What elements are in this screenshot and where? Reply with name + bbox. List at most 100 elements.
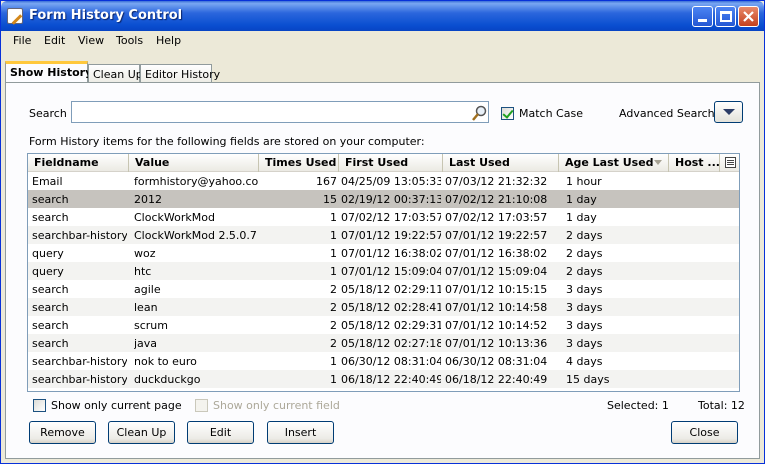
cell-first-used: 07/01/12 19:22:57	[341, 229, 441, 242]
show-history-panel: Search Match Case Advanced Search Form H…	[5, 82, 760, 459]
cell-fieldname: searchbar-history	[32, 355, 127, 368]
remove-button[interactable]: Remove	[29, 421, 96, 444]
maximize-button[interactable]	[715, 6, 736, 27]
col-value[interactable]: Value	[129, 154, 259, 172]
search-input[interactable]	[71, 101, 489, 123]
cell-fieldname: search	[32, 211, 69, 224]
total-count: Total: 12	[698, 399, 745, 412]
cell-last-used: 07/01/12 19:22:57	[445, 229, 548, 242]
cell-value: htc	[134, 265, 152, 278]
cell-last-used: 07/02/12 21:10:08	[445, 193, 548, 206]
cell-age-last-used: 4 days	[566, 355, 603, 368]
selected-count: Selected: 1	[607, 399, 669, 412]
insert-button[interactable]: Insert	[267, 421, 334, 444]
col-age-last-used[interactable]: Age Last Used	[559, 154, 669, 172]
cell-last-used: 06/30/12 08:31:04	[445, 355, 548, 368]
table-row[interactable]: search java 2 05/18/12 02:27:18 07/01/12 10:…	[28, 334, 739, 352]
cell-age-last-used: 3 days	[566, 283, 603, 296]
col-fieldname[interactable]: Fieldname	[28, 154, 129, 172]
menu-edit[interactable]: Edit	[44, 34, 65, 47]
cell-first-used: 04/25/09 13:05:33	[341, 175, 441, 188]
table-row[interactable]: query woz 1 07/01/12 16:38:02 07/01/12 16:38…	[28, 244, 739, 262]
menu-help[interactable]: Help	[156, 34, 181, 47]
cell-times-used: 1	[330, 247, 337, 260]
window-title: Form History Control	[29, 8, 183, 23]
cell-fieldname: search	[32, 337, 69, 350]
cell-value: ClockWorkMod	[134, 211, 215, 224]
table-row[interactable]: searchbar-history nok to euro 1 06/30/12 08…	[28, 352, 739, 370]
column-picker-icon[interactable]	[725, 157, 736, 168]
cell-value: nok to euro	[134, 355, 197, 368]
close-button[interactable]: Close	[671, 421, 738, 444]
table-row[interactable]: searchbar-history ClockWorkMod 2.5.0.7 1 07…	[28, 226, 739, 244]
cell-age-last-used: 1 day	[566, 193, 597, 206]
cell-fieldname: query	[32, 247, 64, 260]
cell-age-last-used: 2 days	[566, 229, 603, 242]
cell-last-used: 07/02/12 17:03:57	[445, 211, 548, 224]
app-window: Form History Control File Edit View Tool…	[0, 0, 765, 464]
history-table[interactable]: Fieldname Value Times Used First Used La…	[27, 153, 740, 392]
show-only-current-field-label: Show only current field	[213, 399, 340, 412]
info-text: Form History items for the following fie…	[29, 135, 425, 148]
match-case-checkbox[interactable]	[501, 107, 514, 120]
tab-editor-history[interactable]: Editor History	[140, 64, 220, 83]
table-row[interactable]: query htc 1 07/01/12 15:09:04 07/01/12 15:09…	[28, 262, 739, 280]
table-row[interactable]: search agile 2 05/18/12 02:29:11 07/01/12 10…	[28, 280, 739, 298]
show-only-current-field-checkbox	[195, 399, 208, 412]
col-last-used[interactable]: Last Used	[443, 154, 559, 172]
cell-age-last-used: 1 hour	[566, 175, 602, 188]
cell-times-used: 1	[330, 211, 337, 224]
table-row[interactable]: Email formhistory@yahoo.com 167 04/25/09 13…	[28, 172, 739, 190]
cell-age-last-used: 15 days	[566, 373, 610, 386]
close-window-button[interactable]	[738, 6, 759, 27]
table-row[interactable]: search scrum 2 05/18/12 02:29:31 07/01/12 10…	[28, 316, 739, 334]
table-header: Fieldname Value Times Used First Used La…	[28, 154, 739, 172]
cell-times-used: 2	[330, 301, 337, 314]
col-host[interactable]: Host ...	[669, 154, 720, 172]
cell-first-used: 06/18/12 22:40:49	[341, 373, 441, 386]
close-icon	[743, 11, 754, 22]
cell-value: lean	[134, 301, 158, 314]
cell-first-used: 07/01/12 16:38:02	[341, 247, 441, 260]
show-only-current-page-label[interactable]: Show only current page	[51, 399, 182, 412]
cell-fieldname: search	[32, 193, 69, 206]
app-icon	[7, 8, 23, 24]
cell-fieldname: searchbar-history	[32, 229, 127, 242]
menu-file[interactable]: File	[13, 34, 31, 47]
table-row[interactable]: search 2012 15 02/19/12 00:37:13 07/02/12 21…	[28, 190, 739, 208]
show-only-current-page-checkbox[interactable]	[33, 399, 46, 412]
cell-value: formhistory@yahoo.com	[134, 175, 259, 188]
cell-first-used: 05/18/12 02:29:31	[341, 319, 441, 332]
table-row[interactable]: search ClockWorkMod 1 07/02/12 17:03:57 07/0…	[28, 208, 739, 226]
table-row[interactable]: search lean 2 05/18/12 02:28:41 07/01/12 10:…	[28, 298, 739, 316]
cell-fieldname: query	[32, 265, 64, 278]
col-times-used[interactable]: Times Used	[259, 154, 339, 172]
sort-descending-icon	[654, 160, 662, 165]
minimize-icon	[698, 19, 707, 22]
maximize-icon	[720, 11, 732, 22]
title-bar[interactable]: Form History Control	[1, 1, 764, 31]
cell-fieldname: search	[32, 283, 69, 296]
cell-value: ClockWorkMod 2.5.0.7	[134, 229, 257, 242]
cell-last-used: 07/01/12 15:09:04	[445, 265, 548, 278]
advanced-search-button[interactable]	[714, 101, 743, 123]
tab-show-history[interactable]: Show History	[5, 61, 92, 83]
cell-first-used: 07/01/12 15:09:04	[341, 265, 441, 278]
menu-tools[interactable]: Tools	[116, 34, 143, 47]
cell-age-last-used: 3 days	[566, 319, 603, 332]
minimize-button[interactable]	[692, 6, 713, 27]
clean-up-button[interactable]: Clean Up	[108, 421, 175, 444]
table-row[interactable]: searchbar-history duckduckgo 1 06/18/12 22:…	[28, 370, 739, 388]
menu-view[interactable]: View	[78, 34, 104, 47]
cell-last-used: 07/01/12 10:15:15	[445, 283, 548, 296]
match-case-label[interactable]: Match Case	[519, 107, 583, 120]
cell-value: woz	[134, 247, 156, 260]
cell-age-last-used: 2 days	[566, 247, 603, 260]
cell-first-used: 05/18/12 02:27:18	[341, 337, 441, 350]
edit-button[interactable]: Edit	[187, 421, 254, 444]
cell-times-used: 1	[330, 355, 337, 368]
search-icon[interactable]	[471, 105, 487, 121]
col-first-used[interactable]: First Used	[339, 154, 443, 172]
cell-times-used: 2	[330, 283, 337, 296]
tab-clean-up[interactable]: Clean Up	[88, 64, 143, 83]
